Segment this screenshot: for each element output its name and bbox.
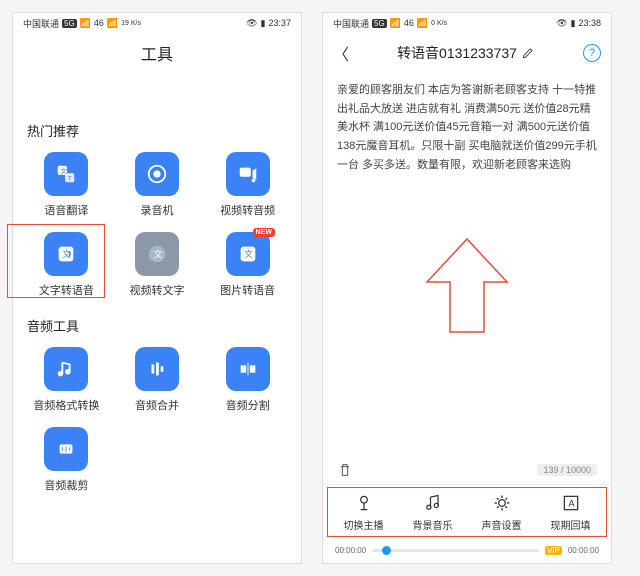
grid-audio: 音频格式转换 音频合并 音频分割 音频裁剪	[13, 341, 301, 499]
merge-icon	[146, 358, 168, 380]
app-label: 音频分割	[226, 397, 270, 413]
translate-icon: 文T	[55, 163, 77, 185]
title-text: 工具	[141, 41, 173, 65]
app-label: 文字转语音	[39, 282, 94, 298]
format-icon	[55, 358, 77, 380]
svg-text:A: A	[568, 498, 575, 508]
svg-text:T: T	[68, 175, 72, 182]
eye-icon: 👁	[246, 18, 257, 29]
app-voice-translate[interactable]: 文T 语音翻译	[21, 152, 112, 218]
wifi-icon: 📶	[107, 18, 118, 29]
trash-icon[interactable]	[337, 462, 353, 478]
page-title: 工具	[13, 33, 301, 73]
section-audio: 音频工具	[13, 304, 301, 341]
tool-label: 现期回填	[551, 517, 591, 532]
app-label: 录音机	[140, 202, 173, 218]
gear-icon	[492, 493, 512, 513]
time-start: 00:00:00	[335, 546, 366, 555]
track[interactable]	[372, 549, 539, 552]
clock: 23:37	[268, 18, 291, 28]
phone-right: 中国联通 5G 📶 46 📶 0 K/s 👁 ▮ 23:38 〈 转语音0131…	[322, 12, 612, 564]
carrier: 中国联通	[23, 17, 59, 30]
app-label: 音频裁剪	[44, 477, 88, 493]
app-text-to-speech[interactable]: 文 文字转语音	[21, 232, 112, 298]
app-label: 音频格式转换	[33, 397, 99, 413]
speed: 0 K/s	[431, 20, 447, 27]
eye-icon: 👁	[556, 18, 567, 29]
new-badge: NEW	[253, 228, 275, 237]
svg-text:文: 文	[63, 249, 71, 259]
net-badge: 5G	[372, 19, 387, 28]
title-text: 转语音0131233737	[397, 43, 517, 63]
video-audio-icon	[237, 163, 259, 185]
app-label: 视频转文字	[129, 282, 184, 298]
tts-icon: 文	[55, 243, 77, 265]
arrow-up-annotation	[422, 237, 512, 337]
help-button[interactable]: ?	[583, 44, 601, 62]
progress-bar[interactable]: 00:00:00 VIP 00:00:00	[323, 540, 611, 563]
tool-sound-settings[interactable]: 声音设置	[467, 493, 536, 532]
time-end: 00:00:00	[568, 546, 599, 555]
tool-refill[interactable]: A 现期回填	[536, 493, 605, 532]
app-audio-split[interactable]: 音频分割	[202, 347, 293, 413]
header: 〈 转语音0131233737 ?	[323, 33, 611, 73]
app-video-to-text[interactable]: 文 视频转文字	[112, 232, 203, 298]
svg-text:文: 文	[61, 166, 68, 175]
cut-icon	[55, 438, 77, 460]
signal-icon: 📶	[390, 18, 401, 29]
music-icon	[423, 493, 443, 513]
battery-icon: ▮	[261, 18, 266, 29]
text-box-icon: A	[561, 493, 581, 513]
file-title: 转语音0131233737	[357, 43, 575, 63]
app-image-to-speech[interactable]: NEW 文 图片转语音	[202, 232, 293, 298]
its-icon: 文	[237, 243, 259, 265]
text-content: 亲爱的顾客朋友们 本店为答谢新老顾客支持 十一特推出礼品大放送 进店就有礼 消费…	[337, 84, 597, 171]
clock: 23:38	[578, 18, 601, 28]
carrier: 中国联通	[333, 17, 369, 30]
battery-icon: ▮	[571, 18, 576, 29]
back-button[interactable]: 〈	[333, 41, 349, 65]
signal-icon: 📶	[80, 18, 91, 29]
net2: 46	[404, 18, 414, 28]
vtt-icon: 文	[146, 243, 168, 265]
svg-text:文: 文	[153, 249, 162, 260]
app-label: 视频转音频	[220, 202, 275, 218]
mic-icon	[354, 493, 374, 513]
app-recorder[interactable]: 录音机	[112, 152, 203, 218]
tool-label: 背景音乐	[413, 517, 453, 532]
statusbar: 中国联通 5G 📶 46 📶 0 K/s 👁 ▮ 23:38	[323, 13, 611, 33]
toolbar: 切换主播 背景音乐 声音设置 A 现期回填	[323, 484, 611, 540]
app-audio-format[interactable]: 音频格式转换	[21, 347, 112, 413]
app-video-to-audio[interactable]: 视频转音频	[202, 152, 293, 218]
char-counter: 139 / 10000	[537, 464, 597, 476]
tool-label: 声音设置	[482, 517, 522, 532]
split-icon	[237, 358, 259, 380]
statusbar: 中国联通 5G 📶 46 📶 19 K/s 👁 ▮ 23:37	[13, 13, 301, 33]
thumb[interactable]	[382, 546, 391, 555]
text-input[interactable]: 亲爱的顾客朋友们 本店为答谢新老顾客支持 十一特推出礼品大放送 进店就有礼 消费…	[323, 73, 611, 462]
net-badge: 5G	[62, 19, 77, 28]
app-label: 音频合并	[135, 397, 179, 413]
app-audio-merge[interactable]: 音频合并	[112, 347, 203, 413]
record-icon	[146, 163, 168, 185]
meta-row: 139 / 10000	[323, 462, 611, 484]
app-label: 语音翻译	[44, 202, 88, 218]
speed: 19 K/s	[121, 20, 141, 27]
app-label: 图片转语音	[220, 282, 275, 298]
wifi-icon: 📶	[417, 18, 428, 29]
help-q: ?	[589, 47, 595, 59]
net2: 46	[94, 18, 104, 28]
edit-icon[interactable]	[521, 46, 535, 60]
grid-hot: 文T 语音翻译 录音机 视频转音频 文 文字转语音 文 视频转文字 NEW 文 …	[13, 146, 301, 304]
tool-label: 切换主播	[344, 517, 384, 532]
app-audio-cut[interactable]: 音频裁剪	[21, 427, 112, 493]
tool-bgm[interactable]: 背景音乐	[398, 493, 467, 532]
vip-badge: VIP	[545, 546, 562, 555]
tool-switch-anchor[interactable]: 切换主播	[329, 493, 398, 532]
svg-text:文: 文	[244, 249, 252, 259]
section-hot: 热门推荐	[13, 109, 301, 146]
phone-left: 中国联通 5G 📶 46 📶 19 K/s 👁 ▮ 23:37 工具 热门推荐 …	[12, 12, 302, 564]
